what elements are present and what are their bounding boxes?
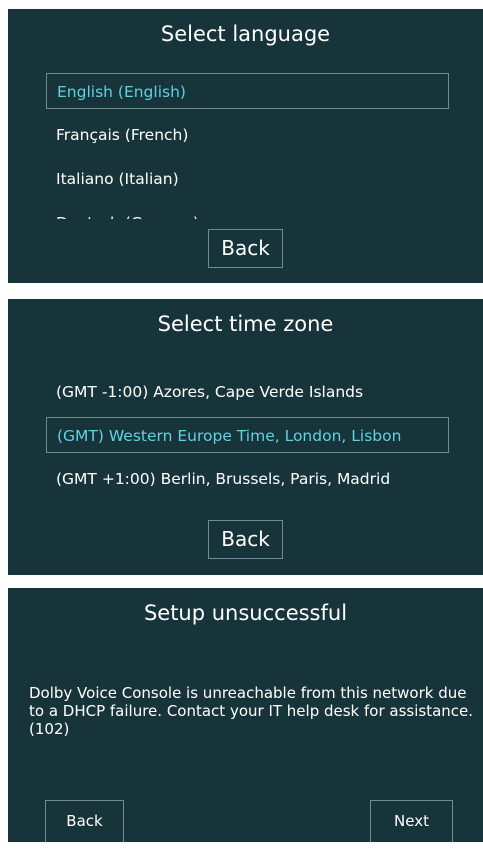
setup-error-message: Dolby Voice Console is unreachable from … (29, 684, 474, 738)
timezone-option-azores[interactable]: (GMT -1:00) Azores, Cape Verde Islands (46, 374, 449, 410)
timezone-screen-title: Select time zone (157, 312, 334, 336)
language-option-french[interactable]: Français (French) (46, 117, 449, 153)
timezone-back-button[interactable]: Back (208, 520, 283, 559)
language-screen: Select language English (English) França… (8, 9, 483, 283)
language-screen-title: Select language (160, 22, 331, 46)
timezone-option-western-europe[interactable]: (GMT) Western Europe Time, London, Lisbo… (46, 417, 449, 453)
timezone-option-berlin[interactable]: (GMT +1:00) Berlin, Brussels, Paris, Mad… (46, 461, 449, 497)
setup-back-button[interactable]: Back (45, 800, 124, 842)
language-option-english[interactable]: English (English) (46, 73, 449, 109)
language-option-italian[interactable]: Italiano (Italian) (46, 161, 449, 197)
language-list-clip: Deutsch (German) (8, 205, 483, 219)
timezone-screen: Select time zone (GMT -1:00) Azores, Cap… (8, 299, 483, 575)
setup-screen: Setup unsuccessful Dolby Voice Console i… (8, 588, 483, 842)
setup-next-button[interactable]: Next (370, 800, 453, 842)
language-back-button[interactable]: Back (208, 229, 283, 268)
language-option-german[interactable]: Deutsch (German) (46, 205, 449, 219)
setup-screen-title: Setup unsuccessful (143, 601, 348, 625)
